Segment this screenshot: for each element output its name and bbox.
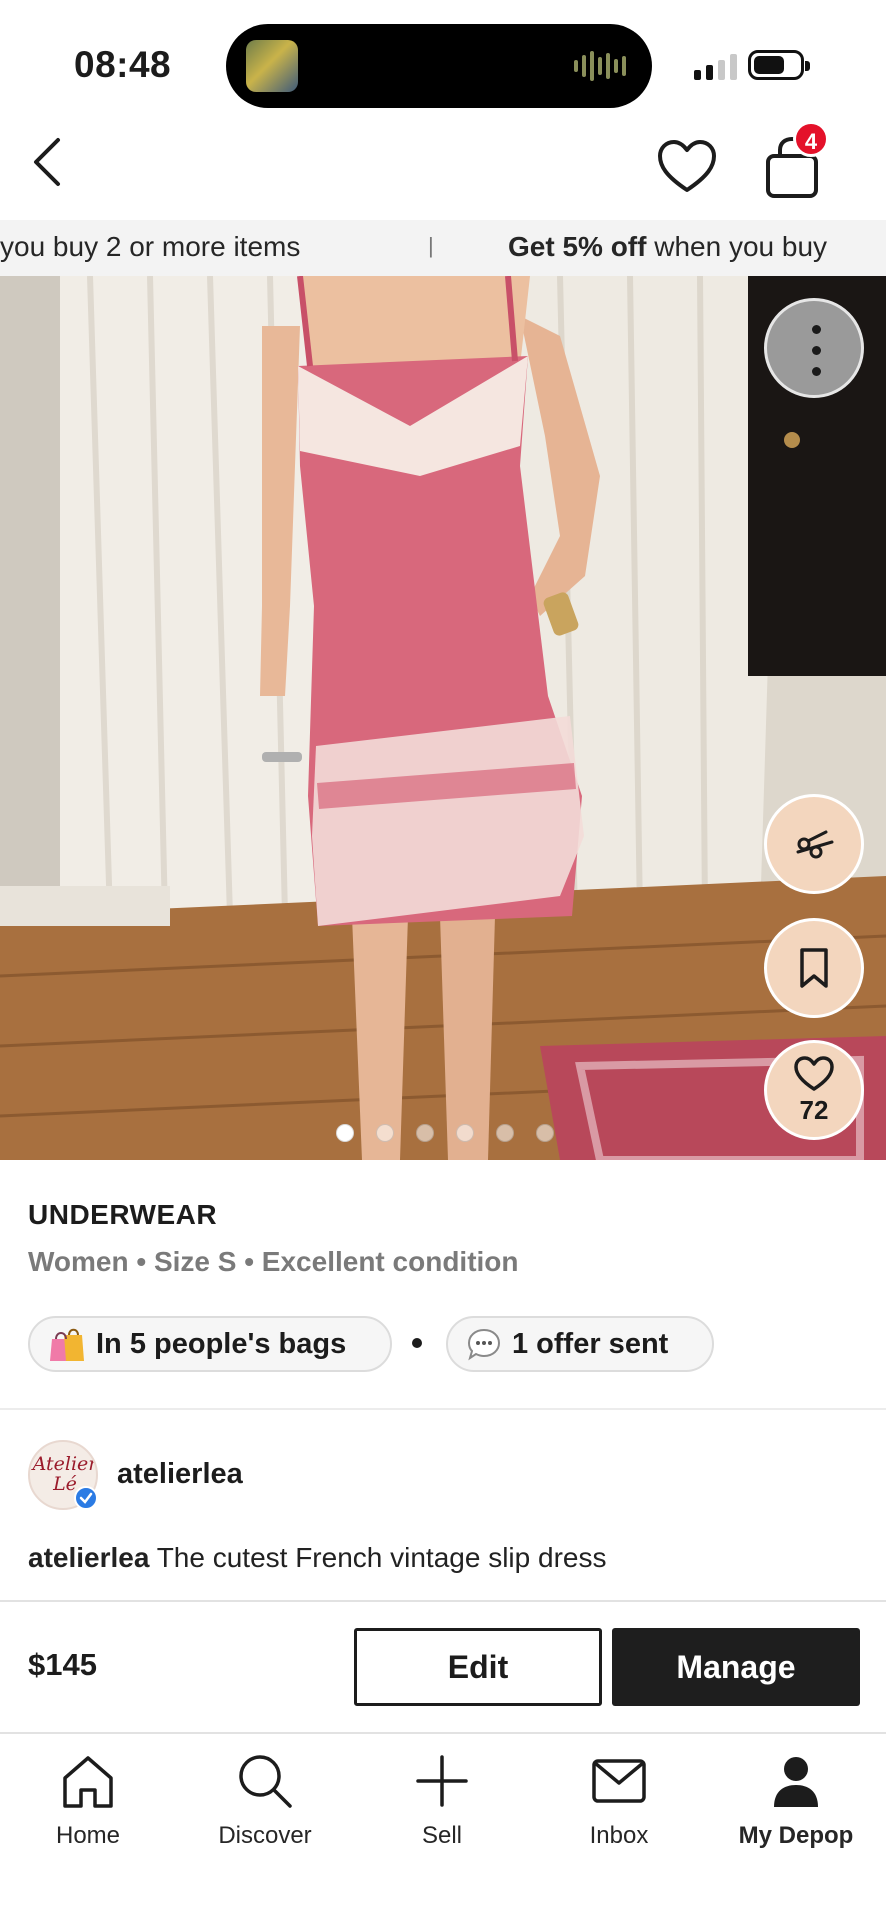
tab-my-depop[interactable]: My Depop — [711, 1744, 881, 1850]
seller-username[interactable]: atelierlea — [117, 1458, 243, 1491]
plus-icon — [416, 1755, 468, 1807]
heart-icon — [658, 140, 716, 192]
promo-text-b: Get 5% off when you buy — [508, 231, 827, 263]
product-category[interactable]: UNDERWEAR — [28, 1199, 217, 1231]
tab-label: Inbox — [589, 1822, 649, 1849]
cellular-signal-icon — [694, 54, 737, 80]
tab-inbox[interactable]: Inbox — [534, 1744, 704, 1850]
promo-banner[interactable]: you buy 2 or more items | Get 5% off whe… — [0, 220, 886, 276]
page-dot[interactable] — [496, 1124, 514, 1142]
in-bags-text: In 5 people's bags — [96, 1327, 347, 1360]
tab-discover[interactable]: Discover — [180, 1744, 350, 1850]
more-vertical-icon — [812, 325, 821, 334]
more-dot — [812, 346, 821, 355]
product-price: $145 — [28, 1647, 97, 1682]
save-button[interactable] — [764, 918, 864, 1018]
product-photo — [0, 276, 886, 1160]
in-bags-pill: In 5 people's bags — [28, 1316, 392, 1372]
tab-label: Sell — [421, 1822, 463, 1849]
search-icon — [239, 1755, 292, 1808]
verified-badge-icon — [74, 1486, 98, 1510]
battery-icon — [748, 50, 810, 80]
page-dot[interactable] — [536, 1124, 554, 1142]
separator-dot — [412, 1338, 422, 1348]
home-icon — [63, 1756, 113, 1808]
now-playing-artwork — [246, 40, 298, 92]
audio-waveform-icon — [574, 50, 626, 82]
shopping-bags-icon — [48, 1325, 86, 1363]
promo-discount: Get 5% off — [508, 231, 647, 262]
chevron-left-icon — [34, 138, 60, 186]
profile-icon — [774, 1757, 818, 1807]
offer-sent-pill: 1 offer sent — [446, 1316, 714, 1372]
tab-bar-divider — [0, 1732, 886, 1734]
gallery-pagination — [336, 1124, 554, 1142]
tab-label: Discover — [218, 1822, 312, 1849]
status-bar: 08:48 — [0, 0, 886, 120]
page-dot[interactable] — [456, 1124, 474, 1142]
like-count: 72 — [799, 1094, 829, 1125]
page-dot[interactable] — [416, 1124, 434, 1142]
tab-sell[interactable]: Sell — [357, 1744, 527, 1850]
manage-button[interactable]: Manage — [612, 1628, 860, 1706]
bookmark-icon — [800, 948, 828, 988]
description-text: The cutest French vintage slip dress — [149, 1542, 607, 1573]
product-image-gallery[interactable]: 72 — [0, 276, 886, 1160]
description-username[interactable]: atelierlea — [28, 1542, 149, 1573]
cart-count-badge: 4 — [793, 121, 829, 157]
section-divider — [0, 1408, 886, 1410]
favorite-button[interactable] — [656, 138, 718, 196]
section-divider — [0, 1600, 886, 1602]
dynamic-island[interactable] — [226, 24, 652, 108]
product-attributes: Women • Size S • Excellent condition — [28, 1246, 519, 1277]
share-link-icon — [796, 830, 834, 859]
promo-condition: when you buy — [646, 231, 828, 262]
promo-text-a: you buy 2 or more items — [0, 231, 301, 262]
product-description: atelierlea The cutest French vintage sli… — [28, 1542, 606, 1574]
page-dot[interactable] — [376, 1124, 394, 1142]
promo-separator: | — [428, 233, 434, 258]
edit-button[interactable]: Edit — [354, 1628, 602, 1706]
tab-label: My Depop — [738, 1822, 854, 1849]
tab-label: Home — [55, 1822, 121, 1849]
page-dot[interactable] — [336, 1124, 354, 1142]
share-button[interactable] — [764, 794, 864, 894]
avatar-logo-line: Atelier — [32, 1453, 98, 1475]
more-dot — [812, 367, 821, 376]
mail-icon — [592, 1759, 646, 1803]
speech-bubble-icon — [466, 1327, 502, 1361]
like-button[interactable]: 72 — [764, 1040, 864, 1140]
offer-sent-text: 1 offer sent — [512, 1327, 669, 1360]
tab-home[interactable]: Home — [3, 1744, 173, 1850]
status-time: 08:48 — [74, 44, 172, 85]
more-options-button[interactable] — [764, 298, 864, 398]
back-button[interactable] — [28, 134, 68, 190]
heart-icon — [794, 1055, 834, 1091]
